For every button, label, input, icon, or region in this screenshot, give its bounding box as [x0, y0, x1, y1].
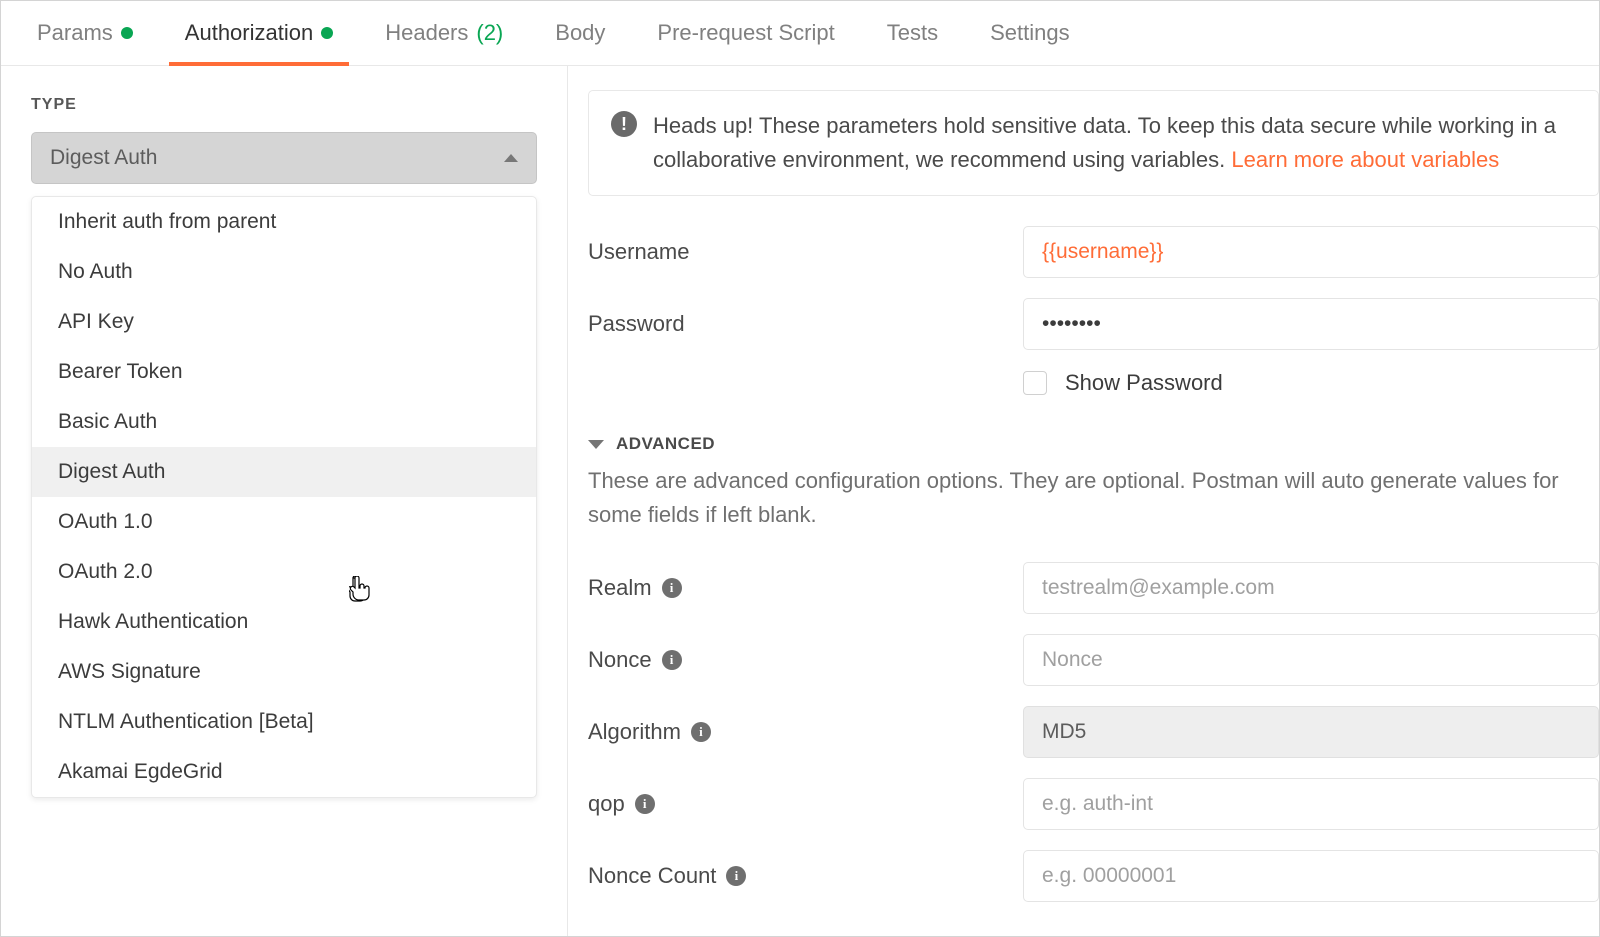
- option-digest-auth[interactable]: Digest Auth: [32, 447, 536, 497]
- auth-type-dropdown[interactable]: Digest Auth: [31, 132, 537, 184]
- tab-label: Settings: [990, 20, 1070, 46]
- option-aws-signature[interactable]: AWS Signature: [32, 647, 536, 697]
- realm-input[interactable]: [1023, 562, 1599, 614]
- tab-params[interactable]: Params: [11, 1, 159, 65]
- headers-count: (2): [476, 20, 503, 46]
- tab-headers[interactable]: Headers (2): [359, 1, 529, 65]
- tab-settings[interactable]: Settings: [964, 1, 1096, 65]
- tab-label: Pre-request Script: [657, 20, 834, 46]
- option-no-auth[interactable]: No Auth: [32, 247, 536, 297]
- password-input[interactable]: [1023, 298, 1599, 350]
- option-ntlm[interactable]: NTLM Authentication [Beta]: [32, 697, 536, 747]
- request-tabs: Params Authorization Headers (2) Body Pr…: [1, 1, 1599, 66]
- algorithm-select[interactable]: MD5: [1023, 706, 1599, 758]
- algorithm-value: MD5: [1042, 720, 1086, 743]
- dot-indicator-icon: [321, 27, 333, 39]
- show-password-label: Show Password: [1065, 370, 1223, 396]
- dropdown-selected-label: Digest Auth: [50, 146, 157, 170]
- username-input[interactable]: [1023, 226, 1599, 278]
- tab-pre-request-script[interactable]: Pre-request Script: [631, 1, 860, 65]
- info-icon[interactable]: i: [691, 722, 711, 742]
- tab-authorization[interactable]: Authorization: [159, 1, 359, 65]
- password-row: Password: [588, 298, 1599, 350]
- tab-label: Body: [555, 20, 605, 46]
- exclamation-icon: !: [611, 111, 637, 137]
- info-icon[interactable]: i: [662, 650, 682, 670]
- info-icon[interactable]: i: [635, 794, 655, 814]
- option-oauth2[interactable]: OAuth 2.0: [32, 547, 536, 597]
- password-label: Password: [588, 311, 1023, 337]
- advanced-description: These are advanced configuration options…: [588, 464, 1599, 532]
- option-inherit-auth[interactable]: Inherit auth from parent: [32, 197, 536, 247]
- tab-label: Tests: [887, 20, 938, 46]
- learn-more-link[interactable]: Learn more about variables: [1231, 147, 1499, 172]
- nonce-label-text: Nonce: [588, 647, 652, 673]
- realm-row: Realm i: [588, 562, 1599, 614]
- tab-tests[interactable]: Tests: [861, 1, 964, 65]
- tab-body[interactable]: Body: [529, 1, 631, 65]
- content-area: TYPE Digest Auth Inherit auth from paren…: [1, 66, 1599, 936]
- dot-indicator-icon: [121, 27, 133, 39]
- show-password-checkbox[interactable]: [1023, 371, 1047, 395]
- nonce-count-input[interactable]: [1023, 850, 1599, 902]
- info-icon[interactable]: i: [726, 866, 746, 886]
- nonce-count-row: Nonce Count i: [588, 850, 1599, 902]
- option-api-key[interactable]: API Key: [32, 297, 536, 347]
- qop-label: qop i: [588, 791, 1023, 817]
- notice-text: Heads up! These parameters hold sensitiv…: [653, 109, 1576, 177]
- caret-up-icon: [504, 154, 518, 162]
- nonce-input[interactable]: [1023, 634, 1599, 686]
- username-label: Username: [588, 239, 1023, 265]
- qop-label-text: qop: [588, 791, 625, 817]
- algorithm-label-text: Algorithm: [588, 719, 681, 745]
- sensitive-data-notice: ! Heads up! These parameters hold sensit…: [588, 90, 1599, 196]
- nonce-count-label-text: Nonce Count: [588, 863, 716, 889]
- nonce-label: Nonce i: [588, 647, 1023, 673]
- tab-label: Headers: [385, 20, 468, 46]
- nonce-row: Nonce i: [588, 634, 1599, 686]
- option-hawk[interactable]: Hawk Authentication: [32, 597, 536, 647]
- auth-settings-panel: ! Heads up! These parameters hold sensit…: [568, 66, 1599, 936]
- realm-label-text: Realm: [588, 575, 652, 601]
- qop-input[interactable]: [1023, 778, 1599, 830]
- realm-label: Realm i: [588, 575, 1023, 601]
- nonce-count-label: Nonce Count i: [588, 863, 1023, 889]
- type-heading: TYPE: [31, 96, 537, 114]
- advanced-toggle[interactable]: ADVANCED: [588, 434, 1599, 454]
- username-row: Username: [588, 226, 1599, 278]
- show-password-row: Show Password: [1023, 370, 1599, 396]
- qop-row: qop i: [588, 778, 1599, 830]
- tab-label: Params: [37, 20, 113, 46]
- option-bearer-token[interactable]: Bearer Token: [32, 347, 536, 397]
- auth-type-panel: TYPE Digest Auth Inherit auth from paren…: [1, 66, 568, 936]
- advanced-heading-label: ADVANCED: [616, 434, 715, 454]
- option-akamai[interactable]: Akamai EgdeGrid: [32, 747, 536, 797]
- caret-down-icon: [588, 440, 604, 449]
- option-oauth1[interactable]: OAuth 1.0: [32, 497, 536, 547]
- option-basic-auth[interactable]: Basic Auth: [32, 397, 536, 447]
- auth-type-dropdown-list: Inherit auth from parent No Auth API Key…: [31, 196, 537, 798]
- algorithm-row: Algorithm i MD5: [588, 706, 1599, 758]
- info-icon[interactable]: i: [662, 578, 682, 598]
- algorithm-label: Algorithm i: [588, 719, 1023, 745]
- tab-label: Authorization: [185, 20, 313, 46]
